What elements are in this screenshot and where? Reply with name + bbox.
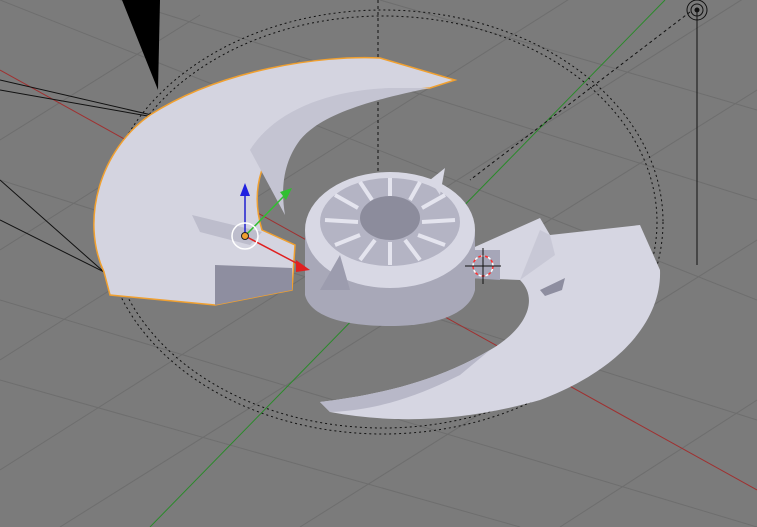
3d-viewport[interactable] bbox=[0, 0, 757, 527]
fan-hub[interactable] bbox=[305, 168, 475, 326]
viewport-scene[interactable] bbox=[0, 0, 757, 527]
object-origin-dot bbox=[241, 232, 249, 240]
